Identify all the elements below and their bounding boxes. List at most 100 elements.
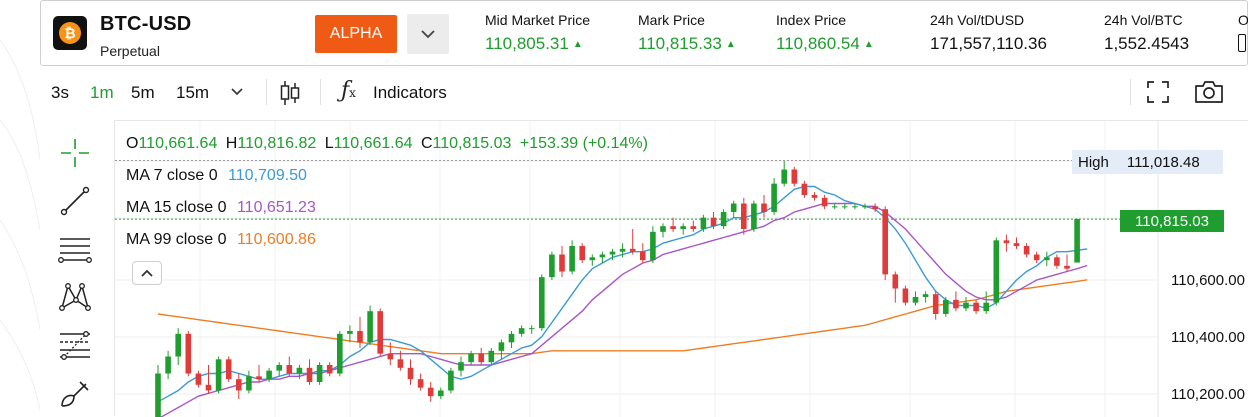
chevron-up-icon	[141, 269, 153, 277]
candle-body	[852, 206, 858, 207]
stat-truncated: O	[1238, 12, 1248, 57]
up-arrow-icon: ▲	[573, 39, 583, 50]
open-value: 110,661.64	[138, 135, 217, 152]
candle-body	[933, 294, 939, 314]
candle-body	[529, 328, 535, 329]
candle-body	[691, 226, 697, 229]
candle-body	[579, 246, 585, 260]
ma7-legend[interactable]: MA 7 close 0 110,709.50	[126, 167, 307, 185]
horizontal-lines-icon[interactable]	[58, 232, 92, 266]
candle-body	[994, 240, 1000, 302]
candle-body	[731, 204, 737, 212]
stat-value: 1,552.4543	[1104, 34, 1189, 54]
candle-body	[276, 365, 282, 371]
chart-toolbar: 3s 1m 5m 15m ƒx Indicators	[40, 67, 1248, 119]
candlestick-icon[interactable]	[279, 79, 301, 107]
toolbar-divider	[320, 79, 321, 105]
toolbar-divider	[266, 79, 267, 105]
change-value: +153.39 (+0.14%)	[520, 135, 648, 152]
alpha-badge[interactable]: ALPHA	[315, 15, 397, 53]
candle-body	[408, 368, 414, 379]
candle-body	[893, 274, 899, 288]
candle-body	[872, 206, 878, 209]
fib-retracement-icon[interactable]	[58, 328, 92, 362]
ma15-value: 110,651.23	[237, 199, 316, 216]
up-arrow-icon: ▲	[864, 39, 874, 50]
timeframe-5m[interactable]: 5m	[131, 83, 155, 103]
low-value: 110,661.64	[334, 135, 413, 152]
candle-body	[923, 294, 929, 297]
candle-body	[721, 212, 727, 226]
candle-body	[953, 300, 959, 308]
candle-body	[297, 368, 303, 374]
pattern-tool-icon[interactable]	[58, 280, 92, 314]
candle-body	[903, 288, 909, 302]
candle-body	[448, 371, 454, 391]
stat-value: 171,557,110.36	[930, 34, 1047, 54]
ma7-value: 110,709.50	[228, 167, 307, 184]
chevron-down-icon[interactable]	[230, 88, 244, 97]
trend-line-icon[interactable]	[58, 184, 92, 218]
timeframe-1m[interactable]: 1m	[90, 83, 114, 103]
candle-body	[307, 368, 313, 382]
candle-body	[711, 218, 717, 226]
candle-body	[539, 277, 545, 328]
camera-icon[interactable]	[1194, 80, 1224, 104]
candle-body	[428, 388, 434, 396]
market-selector-button[interactable]	[407, 14, 449, 54]
stat-value-placeholder	[1238, 34, 1248, 57]
price-chart[interactable]: O110,661.64 H110,816.82 L110,661.64 C110…	[115, 120, 1248, 417]
indicators-button[interactable]: Indicators	[373, 83, 447, 103]
candle-body	[317, 365, 323, 382]
candle-body	[812, 195, 818, 198]
ma99-value: 110,600.86	[237, 231, 316, 248]
candle-body	[1074, 219, 1080, 262]
trading-panel: ₿ BTC-USD Perpetual ALPHA Mid Market Pri…	[40, 0, 1248, 416]
candle-body	[367, 311, 373, 342]
high-tag-value: 111,018.48	[1127, 154, 1200, 171]
timeframe-3s[interactable]: 3s	[51, 83, 69, 103]
candle-body	[802, 184, 808, 195]
candle-body	[771, 184, 777, 212]
brush-icon[interactable]	[58, 376, 92, 410]
close-prefix: C	[421, 135, 433, 152]
ma15-legend[interactable]: MA 15 close 0 110,651.23	[126, 199, 316, 217]
candle-body	[660, 226, 666, 232]
candle-body	[761, 204, 767, 212]
candle-body	[640, 252, 646, 260]
crosshair-icon[interactable]	[58, 136, 92, 170]
candle-body	[792, 170, 798, 184]
candle-body	[983, 303, 989, 311]
high-prefix: H	[226, 135, 238, 152]
candle-body	[630, 249, 636, 252]
timeframe-15m[interactable]: 15m	[176, 83, 209, 103]
stat-value: 110,815.33▲	[638, 34, 736, 54]
candle-body	[438, 390, 444, 396]
candle-body	[610, 252, 616, 255]
stat-label: Mid Market Price	[485, 12, 590, 28]
stat-label: Mark Price	[638, 12, 736, 28]
candle-body	[155, 373, 161, 417]
fx-icon[interactable]: ƒx	[341, 78, 356, 103]
ma99-label: MA 99 close 0	[126, 231, 227, 248]
toolbar-divider	[1130, 79, 1131, 105]
candle-body	[781, 170, 787, 184]
stat-label: O	[1238, 12, 1248, 28]
candle-body	[236, 379, 242, 390]
candle-body	[1034, 255, 1040, 261]
candle-body	[186, 334, 192, 374]
last-price-tag: 110,815.03	[1120, 210, 1224, 232]
candle-body	[862, 206, 868, 207]
ma99-legend[interactable]: MA 99 close 0 110,600.86	[126, 231, 316, 249]
candle-body	[1064, 266, 1070, 269]
candle-body	[701, 218, 707, 229]
market-header: ₿ BTC-USD Perpetual ALPHA Mid Market Pri…	[40, 0, 1248, 66]
fullscreen-icon[interactable]	[1147, 81, 1169, 103]
candle-body	[569, 246, 575, 271]
legend-collapse-button[interactable]	[132, 261, 162, 285]
candle-body	[1054, 257, 1060, 265]
up-arrow-icon: ▲	[726, 39, 736, 50]
candle-body	[337, 334, 343, 374]
candle-body	[458, 362, 464, 370]
stat-mid-market-price: Mid Market Price 110,805.31▲	[485, 12, 590, 54]
